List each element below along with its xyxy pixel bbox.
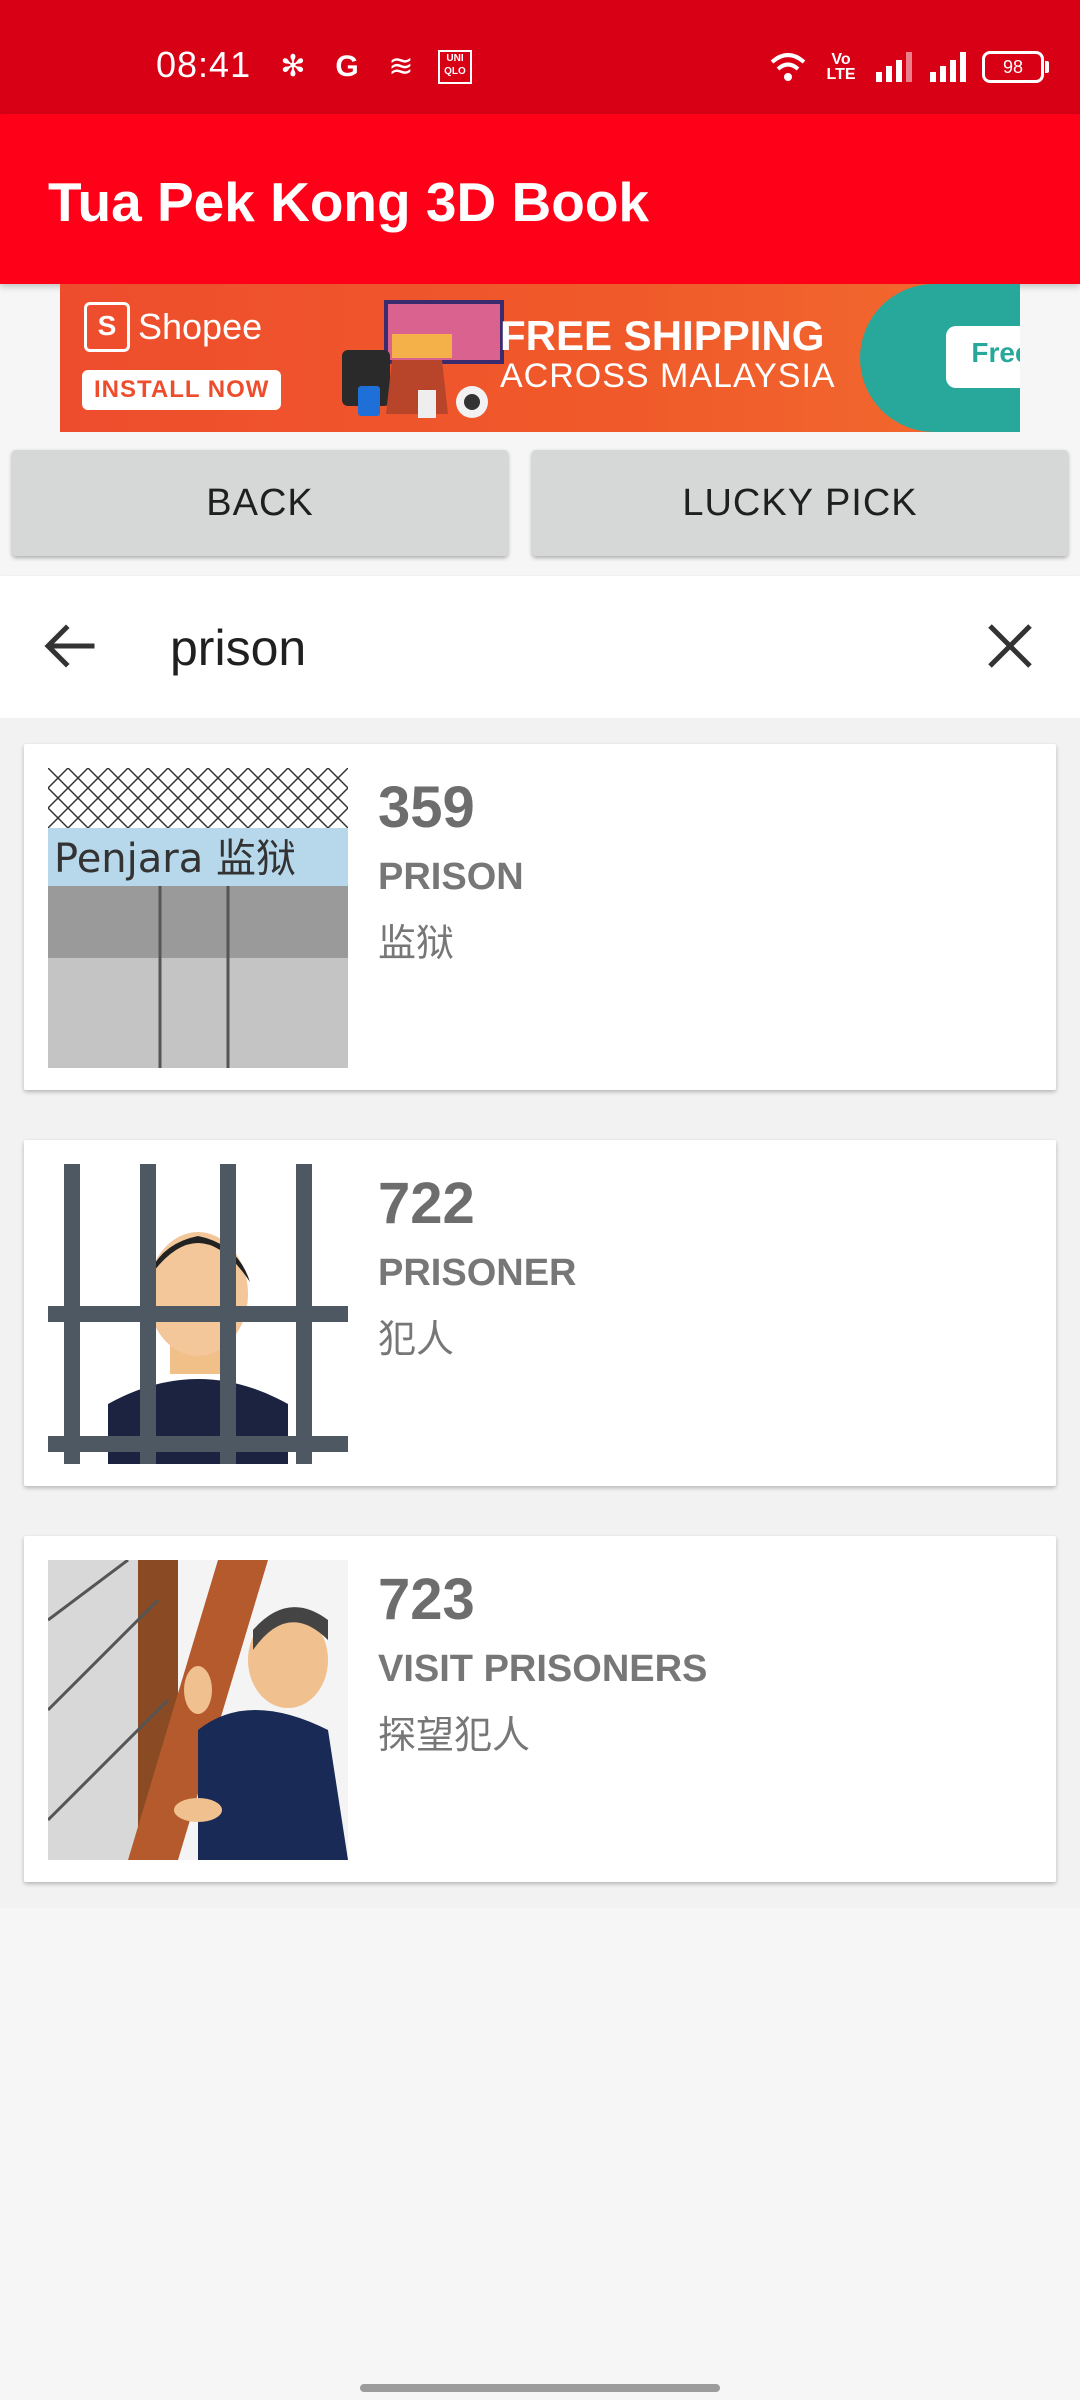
search-bar <box>0 576 1080 718</box>
google-icon: G <box>335 50 359 83</box>
signal-icon-1 <box>876 52 912 82</box>
result-number: 359 <box>378 775 475 840</box>
result-chinese: 探望犯人 <box>378 1713 531 1757</box>
search-input[interactable] <box>168 610 932 686</box>
free-badge-label: Free <box>971 337 1020 368</box>
prison-image-caption: Penjara 监狱 <box>54 836 296 882</box>
shopee-logo: S Shopee <box>84 302 262 352</box>
banner-subheadline: ACROSS MALAYSIA <box>500 357 836 395</box>
uniqlo-icon: UNI QLO <box>438 50 472 84</box>
status-left-icons: ✻ G ≋ UNI QLO <box>276 50 472 84</box>
shopee-brand: Shopee <box>138 306 263 347</box>
result-english: PRISON <box>378 856 524 898</box>
prison-image: Penjara 监狱 <box>48 768 348 1068</box>
status-time: 08:41 <box>156 44 252 85</box>
result-english: PRISONER <box>378 1252 577 1294</box>
home-indicator[interactable] <box>360 2384 720 2392</box>
free-shipping-badge: Free <box>860 284 1020 432</box>
status-right-icons: Vo LTE 98 <box>768 50 1049 84</box>
install-now-button[interactable]: INSTALL NOW <box>82 370 282 410</box>
volte-icon: Vo LTE <box>826 51 856 83</box>
arrow-back-icon[interactable] <box>40 616 100 676</box>
truck-icon: Free <box>946 326 1020 388</box>
result-english: VISIT PRISONERS <box>378 1648 708 1690</box>
lucky-pick-button[interactable]: LUCKY PICK <box>532 450 1068 556</box>
products-image <box>342 300 504 418</box>
result-chinese: 监狱 <box>378 921 455 965</box>
app-bar: Tua Pek Kong 3D Book <box>0 114 1080 284</box>
prisoner-image <box>48 1164 348 1464</box>
banner-headline: FREE SHIPPING <box>500 312 825 359</box>
status-bar: 08:41 ✻ G ≋ UNI QLO Vo LTE 98 <box>0 0 1080 114</box>
shopee-bag-icon: S <box>84 302 130 352</box>
fan-icon: ✻ <box>280 50 306 83</box>
flag-icon: ≋ <box>388 50 414 83</box>
shopee-banner-ad[interactable]: S Shopee INSTALL NOW FREE SHIPPING ACROS… <box>60 284 1020 432</box>
wifi-icon <box>770 53 806 81</box>
result-chinese: 犯人 <box>378 1317 455 1361</box>
result-number: 723 <box>378 1567 475 1632</box>
close-icon[interactable] <box>980 616 1040 676</box>
list-item[interactable]: 723 VISIT PRISONERS 探望犯人 <box>24 1536 1056 1882</box>
results-list: Penjara 监狱 359 PRISON 监狱 722 PRISONER 犯人 <box>0 718 1080 1908</box>
signal-icon-2 <box>930 52 966 82</box>
visit-prisoners-image <box>48 1560 348 1860</box>
list-item[interactable]: 722 PRISONER 犯人 <box>24 1140 1056 1486</box>
result-number: 722 <box>378 1171 475 1236</box>
back-button[interactable]: BACK <box>12 450 508 556</box>
battery-icon: 98 <box>982 51 1049 83</box>
app-title: Tua Pek Kong 3D Book <box>48 171 649 233</box>
list-item[interactable]: Penjara 监狱 359 PRISON 监狱 <box>24 744 1056 1090</box>
